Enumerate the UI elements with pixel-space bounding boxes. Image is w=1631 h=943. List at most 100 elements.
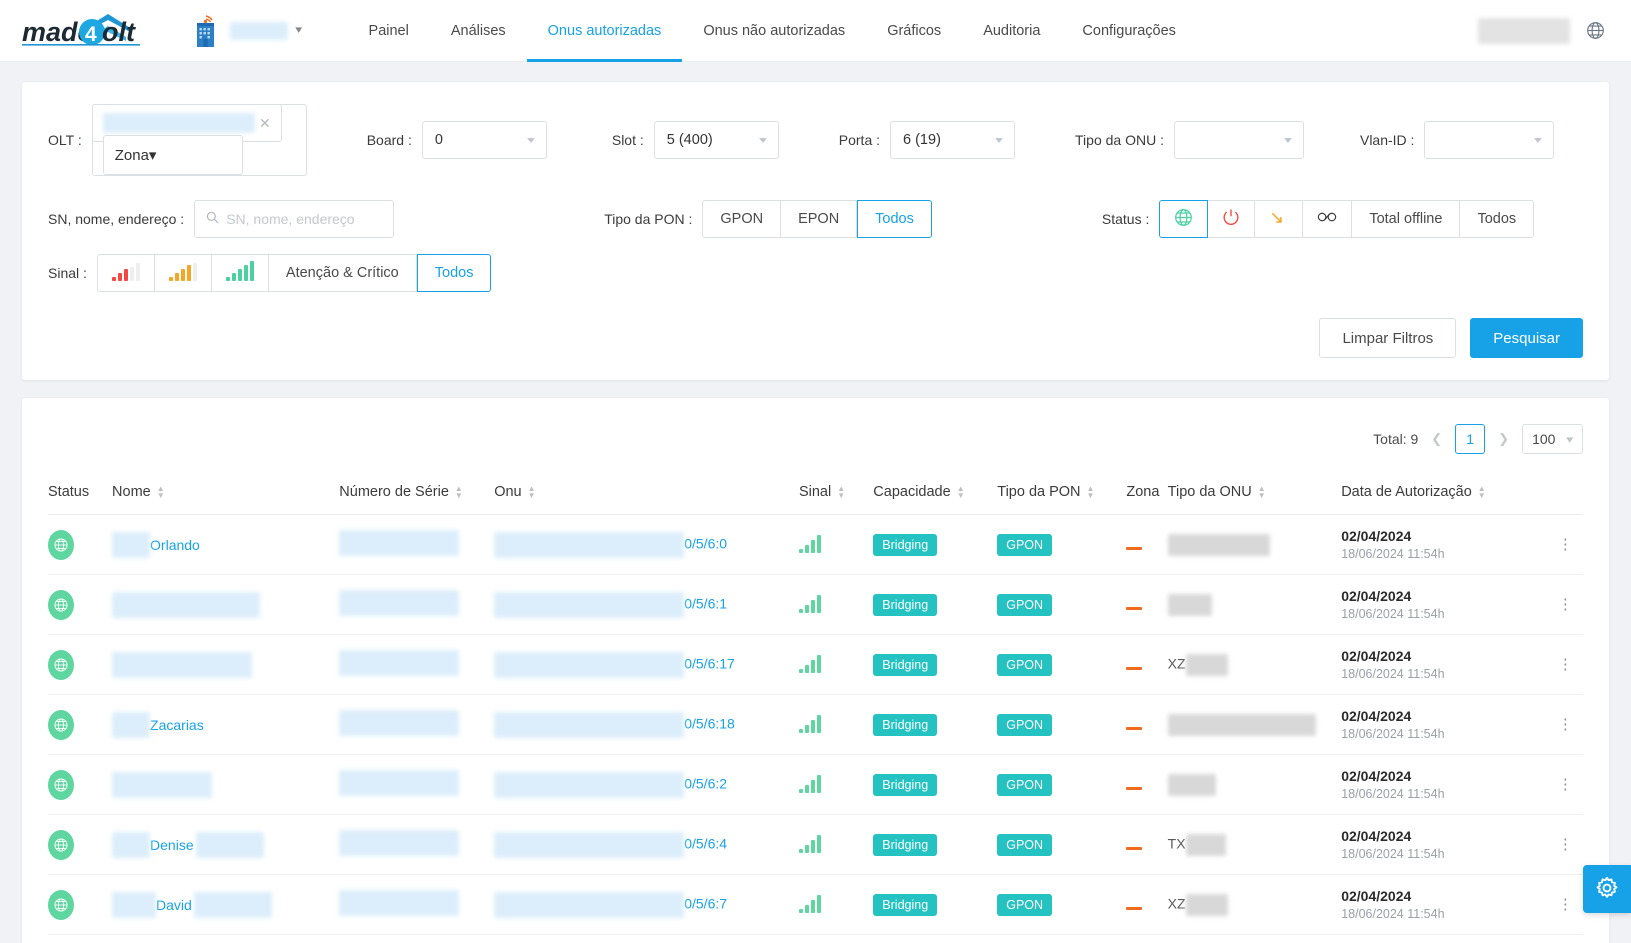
nav-item-graficos[interactable]: Gráficos xyxy=(866,0,962,62)
tipo-pon-epon[interactable]: EPON xyxy=(781,200,857,238)
cell-onu[interactable]: 0/5/6:1 xyxy=(494,575,799,635)
row-onu-link[interactable]: 0/5/6:2 xyxy=(684,775,727,791)
search-input[interactable]: SN, nome, endereço xyxy=(194,200,394,238)
porta-select[interactable]: 6 (19) ▾ xyxy=(890,121,1015,159)
cell-nome[interactable]: Denise xyxy=(112,815,339,875)
zona-select[interactable]: Zona ▾ xyxy=(103,135,243,175)
table-row[interactable]: 0/5/6:17BridgingGPONXZ02/04/202418/06/20… xyxy=(48,635,1583,695)
page-size-select[interactable]: 100 ▾ xyxy=(1522,424,1583,454)
kebab-menu-icon[interactable]: ⋮ xyxy=(1548,783,1583,787)
nav-item-analises[interactable]: Análises xyxy=(430,0,527,62)
kebab-menu-icon[interactable]: ⋮ xyxy=(1548,903,1583,907)
kebab-menu-icon[interactable]: ⋮ xyxy=(1548,663,1583,667)
row-onu-link[interactable]: 0/5/6:4 xyxy=(684,835,727,851)
cell-actions[interactable]: ⋮ xyxy=(1548,575,1583,635)
sinal-critico-button[interactable] xyxy=(97,254,155,292)
table-row[interactable]: 0/5/6:2BridgingGPON02/04/202418/06/2024 … xyxy=(48,755,1583,815)
sort-icon[interactable]: ▲▼ xyxy=(455,486,463,499)
nav-item-auditoria[interactable]: Auditoria xyxy=(962,0,1061,62)
sort-icon[interactable]: ▲▼ xyxy=(528,486,536,499)
status-online-button[interactable] xyxy=(1159,200,1208,238)
slot-select[interactable]: 5 (400) ▾ xyxy=(654,121,779,159)
status-poweroff-button[interactable] xyxy=(1208,200,1255,238)
cell-nome[interactable] xyxy=(112,635,339,695)
row-onu-link[interactable]: 0/5/6:1 xyxy=(684,595,727,611)
tipo-pon-todos[interactable]: Todos xyxy=(857,200,932,238)
organization-selector[interactable]: ▾ xyxy=(192,14,302,48)
row-onu-link[interactable]: 0/5/6:0 xyxy=(684,535,727,551)
cell-nome[interactable]: Orlando xyxy=(112,515,339,575)
table-row[interactable]: Orlando0/5/6:0BridgingGPON02/04/202418/0… xyxy=(48,515,1583,575)
page-number-1[interactable]: 1 xyxy=(1455,424,1485,454)
cell-actions[interactable]: ⋮ xyxy=(1548,515,1583,575)
status-todos-button[interactable]: Todos xyxy=(1460,200,1534,238)
table-row[interactable]: David0/5/6:7BridgingGPONXZ02/04/202418/0… xyxy=(48,875,1583,935)
brand-logo[interactable]: made 4 olt xyxy=(22,11,152,51)
sinal-atencao-button[interactable] xyxy=(155,254,212,292)
sort-icon[interactable]: ▲▼ xyxy=(1087,486,1095,499)
row-name-link[interactable]: David xyxy=(156,897,192,913)
col-sinal[interactable]: Sinal ▲▼ xyxy=(799,472,873,515)
sort-icon[interactable]: ▲▼ xyxy=(1478,486,1486,499)
row-onu-link[interactable]: 0/5/6:7 xyxy=(684,895,727,911)
kebab-menu-icon[interactable]: ⋮ xyxy=(1548,723,1583,727)
status-total-offline-button[interactable]: Total offline xyxy=(1352,200,1460,238)
chevron-right-icon[interactable]: ❯ xyxy=(1494,431,1513,447)
clear-filters-button[interactable]: Limpar Filtros xyxy=(1319,318,1456,358)
tipo-onu-select[interactable]: ▾ xyxy=(1174,121,1304,159)
nav-item-onus-autorizadas[interactable]: Onus autorizadas xyxy=(527,0,683,62)
globe-icon[interactable] xyxy=(1586,21,1605,40)
col-capacidade[interactable]: Capacidade ▲▼ xyxy=(873,472,997,515)
row-onu-link[interactable]: 0/5/6:17 xyxy=(684,655,735,671)
cell-actions[interactable]: ⋮ xyxy=(1548,815,1583,875)
col-data-autorizacao[interactable]: Data de Autorização ▲▼ xyxy=(1341,472,1548,515)
tipo-pon-gpon[interactable]: GPON xyxy=(702,200,781,238)
table-row[interactable]: Zacarias0/5/6:18BridgingGPON02/04/202418… xyxy=(48,695,1583,755)
cell-onu[interactable]: 0/5/6:18 xyxy=(494,695,799,755)
row-onu-link[interactable]: 0/5/6:18 xyxy=(684,715,735,731)
cell-nome[interactable] xyxy=(112,575,339,635)
sinal-atencao-critico-button[interactable]: Atenção & Crítico xyxy=(269,254,417,292)
cell-nome[interactable] xyxy=(112,755,339,815)
row-name-link[interactable]: Denise xyxy=(150,837,194,853)
col-tipo-pon[interactable]: Tipo da PON ▲▼ xyxy=(997,472,1126,515)
cell-nome[interactable]: Zacarias xyxy=(112,695,339,755)
sort-icon[interactable]: ▲▼ xyxy=(957,486,965,499)
sort-icon[interactable]: ▲▼ xyxy=(837,486,845,499)
kebab-menu-icon[interactable]: ⋮ xyxy=(1548,843,1583,847)
cell-actions[interactable]: ⋮ xyxy=(1548,755,1583,815)
table-row[interactable]: BridgingGPON15/06/2024⋮ xyxy=(48,935,1583,943)
table-row[interactable]: 0/5/6:1BridgingGPON02/04/202418/06/2024 … xyxy=(48,575,1583,635)
table-row[interactable]: Denise0/5/6:4BridgingGPONTX02/04/202418/… xyxy=(48,815,1583,875)
row-name-link[interactable]: Orlando xyxy=(150,537,200,553)
row-name-link[interactable]: Zacarias xyxy=(150,717,204,733)
cell-nome[interactable]: David xyxy=(112,875,339,935)
status-signal-drop-button[interactable] xyxy=(1255,200,1303,238)
sinal-bom-button[interactable] xyxy=(212,254,269,292)
nav-item-onus-nao-autorizadas[interactable]: Onus não autorizadas xyxy=(682,0,866,62)
cell-nome[interactable] xyxy=(112,935,339,943)
kebab-menu-icon[interactable]: ⋮ xyxy=(1548,543,1583,547)
col-numero-serie[interactable]: Número de Série ▲▼ xyxy=(339,472,494,515)
cell-onu[interactable]: 0/5/6:0 xyxy=(494,515,799,575)
nav-item-painel[interactable]: Painel xyxy=(348,0,430,62)
sort-icon[interactable]: ▲▼ xyxy=(1258,486,1266,499)
col-tipo-onu[interactable]: Tipo da ONU ▲▼ xyxy=(1168,472,1342,515)
cell-onu[interactable]: 0/5/6:4 xyxy=(494,815,799,875)
chevron-left-icon[interactable]: ❮ xyxy=(1427,431,1446,447)
board-select[interactable]: 0 ▾ xyxy=(422,121,547,159)
cell-onu[interactable]: 0/5/6:2 xyxy=(494,755,799,815)
status-link-broken-button[interactable] xyxy=(1303,200,1352,238)
search-button[interactable]: Pesquisar xyxy=(1470,318,1583,358)
col-nome[interactable]: Nome ▲▼ xyxy=(112,472,339,515)
sinal-todos-button[interactable]: Todos xyxy=(417,254,492,292)
vlan-select[interactable]: ▾ xyxy=(1424,121,1554,159)
cell-actions[interactable]: ⋮ xyxy=(1548,875,1583,935)
col-onu[interactable]: Onu ▲▼ xyxy=(494,472,799,515)
user-account-redacted[interactable] xyxy=(1478,18,1570,44)
olt-field-group[interactable]: ✕ Zona ▾ xyxy=(92,104,307,176)
cell-actions[interactable]: ⋮ xyxy=(1548,695,1583,755)
cell-actions[interactable]: ⋮ xyxy=(1548,935,1583,943)
nav-item-configuracoes[interactable]: Configurações xyxy=(1061,0,1197,62)
sort-icon[interactable]: ▲▼ xyxy=(157,486,165,499)
